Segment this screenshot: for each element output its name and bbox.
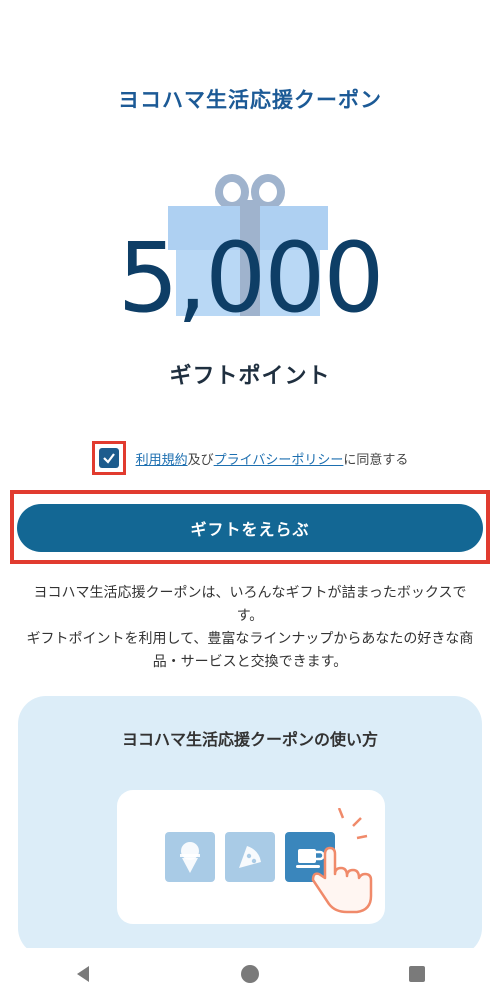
howto-illustration-card xyxy=(117,790,385,924)
checkmark-icon xyxy=(102,453,115,464)
page-title: ヨコハマ生活応援クーポン xyxy=(118,88,382,112)
privacy-policy-link[interactable]: プライバシーポリシー xyxy=(214,453,344,468)
description: ヨコハマ生活応援クーポンは、いろんなギフトが詰まったボックスです。 ギフトポイン… xyxy=(24,582,476,674)
agreement-connector: 及び xyxy=(187,452,214,468)
pizza-icon xyxy=(225,832,275,882)
points-unit-label: ギフトポイント xyxy=(169,364,331,389)
description-line-1: ヨコハマ生活応援クーポンは、いろんなギフトが詰まったボックスです。 xyxy=(33,585,467,624)
description-line-2: ギフトポイントを利用して、豊富なラインナップからあなたの好きな商品・サービスと交… xyxy=(26,631,474,670)
pointing-hand-icon xyxy=(311,808,373,914)
choose-gift-button[interactable]: ギフトをえらぶ xyxy=(17,504,483,552)
system-nav-bar xyxy=(0,948,500,1000)
agreement-checkbox[interactable] xyxy=(98,448,119,468)
howto-panel: ヨコハマ生活応援クーポンの使い方 xyxy=(18,696,482,956)
howto-title: ヨコハマ生活応援クーポンの使い方 xyxy=(121,730,378,749)
points-amount: 5,000 xyxy=(117,222,385,334)
recents-icon xyxy=(408,966,425,982)
recents-button[interactable] xyxy=(387,948,447,1000)
back-button[interactable] xyxy=(53,948,113,1000)
gift-hero: 5,000 xyxy=(100,170,400,360)
ice-cream-icon xyxy=(165,832,215,882)
back-icon xyxy=(77,966,90,982)
home-button[interactable] xyxy=(220,948,280,1000)
agreement-suffix: に同意する xyxy=(343,452,409,468)
home-icon xyxy=(240,965,259,983)
agreement-checkbox-highlight xyxy=(91,441,126,475)
terms-link[interactable]: 利用規約 xyxy=(136,453,188,468)
agreement-row: 利用規約及びプライバシーポリシーに同意する xyxy=(0,440,500,476)
